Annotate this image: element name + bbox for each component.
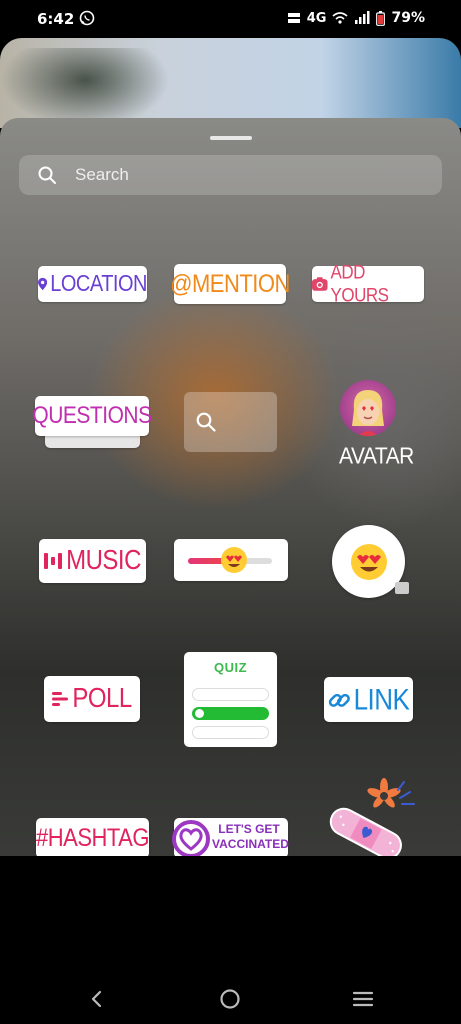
- emoji-reaction-sticker[interactable]: [332, 525, 409, 598]
- status-indicators: 4G 79%: [287, 10, 425, 26]
- back-icon[interactable]: [86, 988, 108, 1010]
- drag-handle[interactable]: [210, 136, 252, 140]
- vaccinated-text: LET'S GET VACCINATED: [212, 822, 289, 852]
- music-label: MUSIC: [66, 544, 141, 576]
- network-type: 4G: [306, 10, 327, 26]
- poll-sticker[interactable]: POLL: [44, 676, 140, 722]
- quiz-title: QUIZ: [213, 660, 248, 675]
- navigation-bar: [0, 856, 461, 1024]
- avatar-face-icon: [352, 390, 384, 436]
- questions-label: QUESTIONS: [32, 402, 152, 429]
- status-bar: 6:42 4G 79%: [0, 0, 461, 38]
- volte-icon: [287, 13, 300, 23]
- vaccinated-sticker[interactable]: LET'S GET VACCINATED: [172, 818, 289, 856]
- search-input[interactable]: Search: [19, 155, 442, 195]
- poll-label: POLL: [72, 682, 132, 714]
- vaccinated-line2: VACCINATED: [212, 837, 289, 851]
- hashtag-sticker[interactable]: #HASHTAG: [36, 818, 149, 856]
- quiz-option-correct: [192, 707, 269, 720]
- mention-sticker[interactable]: @MENTION: [170, 264, 290, 304]
- music-bars-icon: [44, 553, 63, 569]
- avatar[interactable]: [340, 380, 396, 436]
- signal-icon: [355, 11, 370, 24]
- camera-icon: [312, 277, 328, 291]
- link-icon: [328, 693, 350, 707]
- location-sticker[interactable]: LOCATION: [38, 266, 147, 302]
- hashtag-label: #HASHTAG: [36, 823, 149, 852]
- wifi-icon: [332, 12, 349, 24]
- heart-eyes-emoji-icon: [221, 547, 248, 573]
- link-label: LINK: [353, 681, 410, 717]
- poll-lines-icon: [52, 692, 69, 706]
- location-pin-icon: [38, 277, 48, 291]
- quiz-sticker[interactable]: QUIZ: [184, 652, 277, 747]
- check-icon: [195, 709, 204, 718]
- search-icon: [38, 166, 56, 184]
- add-yours-sticker[interactable]: ADD YOURS: [312, 261, 424, 306]
- bandaid-flower-sticker[interactable]: [320, 778, 420, 856]
- recents-icon[interactable]: [352, 988, 374, 1010]
- vaccinated-line1: LET'S GET: [218, 822, 280, 836]
- mention-label: @MENTION: [170, 269, 290, 298]
- avatar-label[interactable]: AVATAR: [339, 444, 414, 470]
- sticker-tray-sheet: Search LOCATION @MENTION ADD YOURS QUEST…: [0, 118, 461, 856]
- search-icon: [196, 412, 216, 432]
- quiz-option: [192, 726, 269, 739]
- emoji-slider-sticker[interactable]: [174, 539, 288, 581]
- bubble-tail: [395, 582, 409, 594]
- add-yours-label: ADD YOURS: [330, 261, 389, 306]
- story-preview-background: [0, 38, 461, 128]
- battery-icon: [376, 10, 386, 26]
- home-icon[interactable]: [219, 988, 241, 1010]
- music-sticker[interactable]: MUSIC: [39, 539, 146, 583]
- gif-search-sticker[interactable]: [184, 392, 277, 452]
- battery-percent: 79%: [391, 10, 425, 26]
- search-placeholder: Search: [75, 165, 129, 184]
- location-label: LOCATION: [50, 270, 147, 297]
- heart-eyes-emoji-icon: [351, 544, 387, 580]
- status-time: 6:42: [37, 10, 75, 28]
- quiz-option: [192, 688, 269, 701]
- questions-sticker[interactable]: QUESTIONS: [32, 396, 152, 436]
- heart-icon: [172, 820, 210, 856]
- whatsapp-icon: [79, 10, 95, 26]
- link-sticker[interactable]: LINK: [324, 677, 413, 722]
